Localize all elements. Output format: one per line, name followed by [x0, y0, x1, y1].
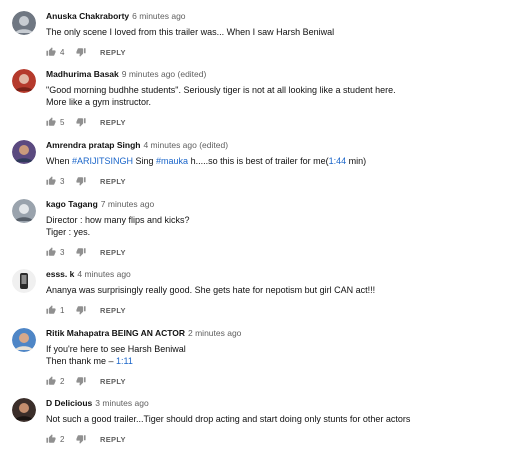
- comment-text: Director : how many flips and kicks? Tig…: [46, 214, 504, 238]
- like-count: 3: [60, 247, 65, 257]
- hashtag-link[interactable]: #mauka: [156, 156, 188, 166]
- avatar[interactable]: [12, 398, 36, 422]
- comment-time[interactable]: 2 minutes ago: [188, 328, 241, 338]
- comment-author[interactable]: esss. k: [46, 269, 74, 279]
- comment-author[interactable]: Ritik Mahapatra BEING AN ACTOR: [46, 328, 185, 338]
- thumbs-up-icon[interactable]: [46, 305, 56, 315]
- thumbs-up-icon[interactable]: [46, 247, 56, 257]
- comments-section: Anuska Chakraborty 6 minutes ago The only…: [0, 0, 512, 450]
- comment-time[interactable]: 4 minutes ago: [77, 269, 130, 279]
- comment-text-line: Then thank me – 1:11: [46, 355, 504, 367]
- reply-button[interactable]: REPLY: [100, 48, 126, 57]
- reply-button[interactable]: REPLY: [100, 377, 126, 386]
- comment-text: When #ARIJITSINGH Sing #mauka h.....so t…: [46, 155, 504, 167]
- timestamp-link[interactable]: 1:44: [329, 156, 347, 166]
- comment-text-line: "Good morning budhhe students". Seriousl…: [46, 85, 396, 95]
- comment-time[interactable]: 7 minutes ago: [101, 199, 154, 209]
- reply-button[interactable]: REPLY: [100, 177, 126, 186]
- comment-text-line: Not such a good trailer...Tiger should d…: [46, 414, 411, 424]
- comment-author[interactable]: Madhurima Basak: [46, 69, 119, 79]
- like-count: 2: [60, 434, 65, 444]
- comment-text: Not such a good trailer...Tiger should d…: [46, 413, 504, 425]
- comment-text-line: Director : how many flips and kicks?: [46, 215, 190, 225]
- comment-time[interactable]: 6 minutes ago: [132, 11, 185, 21]
- comment-time[interactable]: 9 minutes ago (edited): [122, 69, 207, 79]
- reply-button[interactable]: REPLY: [100, 248, 126, 257]
- comment-text: Ananya was surprisingly really good. She…: [46, 284, 504, 296]
- comment-actions: 3 REPLY: [46, 246, 504, 258]
- comment-actions: 5 REPLY: [46, 116, 504, 128]
- comment-text-line: If you're here to see Harsh Beniwal: [46, 343, 504, 355]
- comment-text-line: When #ARIJITSINGH Sing #mauka h.....so t…: [46, 155, 504, 167]
- comment-author[interactable]: Anuska Chakraborty: [46, 11, 129, 21]
- text-segment: min): [346, 156, 367, 166]
- comment-actions: 2 REPLY: [46, 433, 504, 445]
- avatar[interactable]: [12, 199, 36, 223]
- thumbs-up-icon[interactable]: [46, 117, 56, 127]
- thumbs-down-icon[interactable]: [76, 117, 86, 127]
- comment-time[interactable]: 4 minutes ago (edited): [143, 140, 228, 150]
- like-count: 4: [60, 47, 65, 57]
- comment-author[interactable]: D Delicious: [46, 398, 92, 408]
- reply-button[interactable]: REPLY: [100, 435, 126, 444]
- avatar[interactable]: [12, 140, 36, 164]
- thumbs-down-icon[interactable]: [76, 247, 86, 257]
- comment-actions: 1 REPLY: [46, 304, 504, 316]
- text-segment: If you're here to see Harsh Beniwal: [46, 344, 186, 354]
- text-segment: h.....so this is best of trailer for me(: [188, 156, 329, 166]
- thumbs-up-icon[interactable]: [46, 176, 56, 186]
- avatar[interactable]: [12, 69, 36, 93]
- thumbs-up-icon[interactable]: [46, 376, 56, 386]
- comment-author[interactable]: kago Tagang: [46, 199, 98, 209]
- like-count: 2: [60, 376, 65, 386]
- hashtag-link[interactable]: #ARIJITSINGH: [72, 156, 133, 166]
- thumbs-up-icon[interactable]: [46, 47, 56, 57]
- avatar[interactable]: [12, 269, 36, 293]
- comment-text: The only scene I loved from this trailer…: [46, 26, 504, 38]
- comment-text-line: Tiger : yes.: [46, 227, 91, 237]
- reply-button[interactable]: REPLY: [100, 118, 126, 127]
- thumbs-down-icon[interactable]: [76, 305, 86, 315]
- comment-time[interactable]: 3 minutes ago: [95, 398, 148, 408]
- comment-author[interactable]: Amrendra pratap Singh: [46, 140, 140, 150]
- avatar[interactable]: [12, 11, 36, 35]
- thumbs-down-icon[interactable]: [76, 376, 86, 386]
- comment-text-line: The only scene I loved from this trailer…: [46, 27, 335, 37]
- reply-button[interactable]: REPLY: [100, 306, 126, 315]
- thumbs-down-icon[interactable]: [76, 47, 86, 57]
- text-segment: Then thank me –: [46, 356, 117, 366]
- text-segment: When: [46, 156, 73, 166]
- comment-actions: 2 REPLY: [46, 375, 504, 387]
- timestamp-link[interactable]: 1:11: [116, 356, 133, 366]
- comment-text-line: Ananya was surprisingly really good. She…: [46, 285, 376, 295]
- comment-text: "Good morning budhhe students". Seriousl…: [46, 84, 504, 108]
- thumbs-up-icon[interactable]: [46, 434, 56, 444]
- comment-actions: 3 REPLY: [46, 175, 504, 187]
- like-count: 5: [60, 117, 65, 127]
- thumbs-down-icon[interactable]: [76, 176, 86, 186]
- comment-text: If you're here to see Harsh Beniwal Then…: [46, 343, 504, 367]
- thumbs-down-icon[interactable]: [76, 434, 86, 444]
- comment-actions: 4 REPLY: [46, 46, 504, 58]
- avatar[interactable]: [12, 328, 36, 352]
- like-count: 1: [60, 305, 65, 315]
- comment-text-line: More like a gym instructor.: [46, 97, 152, 107]
- like-count: 3: [60, 176, 65, 186]
- text-segment: Sing: [133, 156, 157, 166]
